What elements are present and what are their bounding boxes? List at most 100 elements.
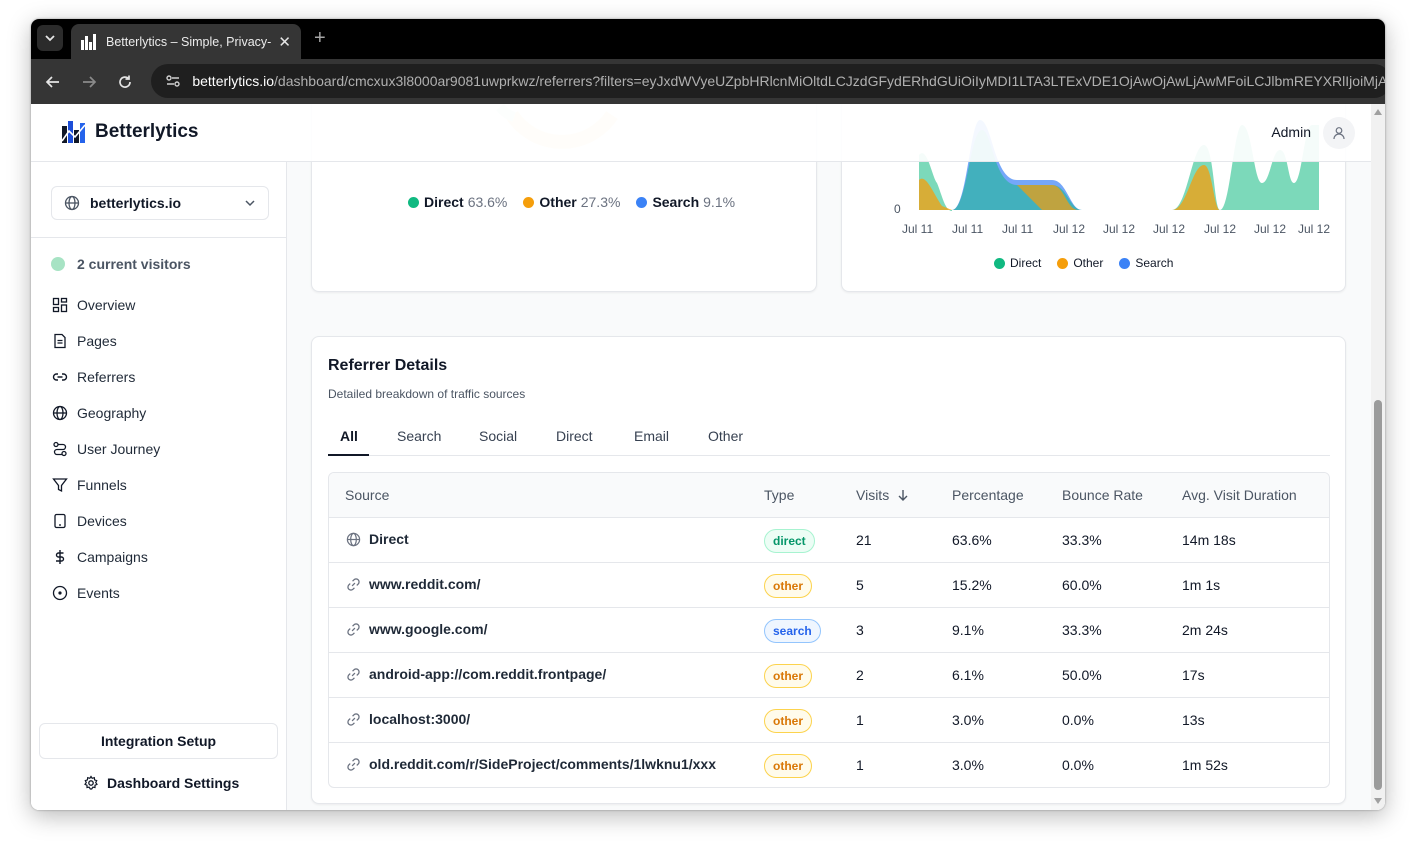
live-indicator-dot (51, 257, 65, 271)
bounce-cell: 60.0% (1062, 577, 1102, 593)
tab-search-button[interactable] (37, 25, 63, 51)
visits-cell: 5 (856, 577, 864, 593)
tablet-icon (51, 512, 69, 530)
dashboard-settings-label: Dashboard Settings (107, 775, 240, 791)
source-cell: localhost:3000/ (345, 711, 470, 727)
trend-legend-direct: Direct (994, 256, 1041, 270)
table-row[interactable]: android-app://com.reddit.frontpage/ othe… (329, 653, 1329, 698)
table-row[interactable]: Direct direct 21 63.6% 33.3% 14m 18s (329, 518, 1329, 563)
tab-direct[interactable]: Direct (556, 428, 593, 444)
url-field[interactable]: betterlytics.io/dashboard/cmcxux3l8000ar… (151, 64, 1385, 98)
tab-social[interactable]: Social (479, 428, 517, 444)
sidebar-item-overview[interactable]: Overview (51, 294, 135, 316)
table-row[interactable]: www.google.com/ search 3 9.1% 33.3% 2m 2… (329, 608, 1329, 653)
betterlytics-favicon-icon (81, 33, 96, 50)
site-info-icon[interactable] (163, 71, 182, 91)
user-icon (1333, 127, 1345, 140)
source-name: www.google.com/ (369, 621, 488, 637)
page-scrollbar[interactable] (1371, 104, 1385, 810)
x-tick: Jul 11 (1002, 222, 1034, 236)
duration-cell: 14m 18s (1182, 532, 1236, 548)
tab-other[interactable]: Other (708, 428, 743, 444)
url-path: /dashboard/cmcxux3l8000ar9081uwprkwz/ref… (274, 73, 1385, 89)
address-bar: betterlytics.io/dashboard/cmcxux3l8000ar… (31, 59, 1385, 104)
table-row[interactable]: www.reddit.com/ other 5 15.2% 60.0% 1m 1… (329, 563, 1329, 608)
integration-setup-button[interactable]: Integration Setup (39, 723, 278, 759)
file-icon (51, 332, 69, 350)
sidebar-item-label: Devices (77, 513, 127, 529)
brand-logo[interactable]: Betterlytics (61, 119, 199, 145)
col-visits[interactable]: Visits (856, 487, 909, 503)
col-bounce-rate[interactable]: Bounce Rate (1062, 487, 1143, 503)
link-icon (345, 576, 361, 592)
gear-icon (83, 775, 99, 791)
duration-cell: 17s (1182, 667, 1205, 683)
tab-all[interactable]: All (340, 428, 358, 444)
table-row[interactable]: old.reddit.com/r/SideProject/comments/1l… (329, 743, 1329, 787)
sidebar-item-events[interactable]: Events (51, 582, 120, 604)
col-type[interactable]: Type (764, 487, 794, 503)
link-icon (51, 368, 69, 386)
sidebar-item-label: User Journey (77, 441, 161, 457)
chevron-down-icon (45, 35, 55, 42)
percentage-cell: 3.0% (952, 757, 984, 773)
site-selector[interactable]: betterlytics.io (51, 186, 269, 220)
dashboard-settings-button[interactable]: Dashboard Settings (83, 775, 239, 791)
legend-dot (1119, 257, 1131, 269)
legend-label: Search (1135, 256, 1174, 270)
back-button[interactable] (42, 71, 64, 93)
trend-legend: Direct Other Search (994, 256, 1189, 270)
x-tick: Jul 12 (1204, 222, 1237, 236)
section-subtitle: Detailed breakdown of traffic sources (328, 387, 526, 401)
link-icon (345, 711, 361, 727)
table-row[interactable]: localhost:3000/ other 1 3.0% 0.0% 13s (329, 698, 1329, 743)
source-name: www.reddit.com/ (369, 576, 481, 592)
new-tab-button[interactable]: + (314, 27, 326, 50)
scroll-up-icon[interactable] (1374, 109, 1382, 115)
betterlytics-logo-icon (61, 121, 86, 143)
percentage-cell: 3.0% (952, 712, 984, 728)
section-title: Referrer Details (328, 357, 448, 374)
browser-tab[interactable]: Betterlytics – Simple, Privacy-Fr ✕ (71, 24, 301, 59)
source-cell: old.reddit.com/r/SideProject/comments/1l… (345, 756, 716, 772)
source-cell: android-app://com.reddit.frontpage/ (345, 666, 606, 682)
forward-button[interactable] (78, 71, 100, 93)
tab-search[interactable]: Search (397, 428, 441, 444)
url-text: betterlytics.io/dashboard/cmcxux3l8000ar… (192, 73, 1385, 89)
sidebar-item-devices[interactable]: Devices (51, 510, 127, 532)
sidebar-item-referrers[interactable]: Referrers (51, 366, 135, 388)
source-cell: www.google.com/ (345, 621, 488, 637)
close-tab-icon[interactable]: ✕ (278, 33, 291, 51)
user-name[interactable]: Admin (1271, 124, 1311, 140)
scrollbar-thumb[interactable] (1374, 400, 1382, 790)
sidebar-item-campaigns[interactable]: Campaigns (51, 546, 148, 568)
bounce-cell: 33.3% (1062, 622, 1102, 638)
sidebar-item-label: Pages (77, 333, 117, 349)
duration-cell: 2m 24s (1182, 622, 1228, 638)
pie-legend: Direct 63.6% Other 27.3% Search 9.1% (408, 194, 751, 210)
arrow-down-icon (898, 490, 908, 501)
tab-email[interactable]: Email (634, 428, 669, 444)
sidebar-item-geography[interactable]: Geography (51, 402, 146, 424)
reload-button[interactable] (114, 71, 136, 93)
type-badge: direct (764, 529, 815, 553)
sidebar-item-user-journey[interactable]: User Journey (51, 438, 160, 460)
x-tick: Jul 12 (1053, 222, 1086, 236)
sidebar-item-label: Funnels (77, 477, 127, 493)
legend-direct: Direct 63.6% (408, 194, 507, 210)
globe-icon (51, 404, 69, 422)
visits-cell: 2 (856, 667, 864, 683)
referrer-table: Source Type Visits Percentage Bounce Rat… (328, 472, 1330, 788)
avatar[interactable] (1323, 117, 1355, 149)
col-avg-duration[interactable]: Avg. Visit Duration (1182, 487, 1297, 503)
col-percentage[interactable]: Percentage (952, 487, 1024, 503)
sidebar-item-pages[interactable]: Pages (51, 330, 117, 352)
duration-cell: 13s (1182, 712, 1205, 728)
col-source[interactable]: Source (345, 487, 389, 503)
type-badge: other (764, 709, 812, 733)
sidebar-item-label: Geography (77, 405, 147, 421)
sidebar-item-funnels[interactable]: Funnels (51, 474, 127, 496)
scroll-down-icon[interactable] (1374, 798, 1382, 804)
percentage-cell: 9.1% (952, 622, 984, 638)
app-header: Betterlytics Admin (31, 104, 1371, 162)
